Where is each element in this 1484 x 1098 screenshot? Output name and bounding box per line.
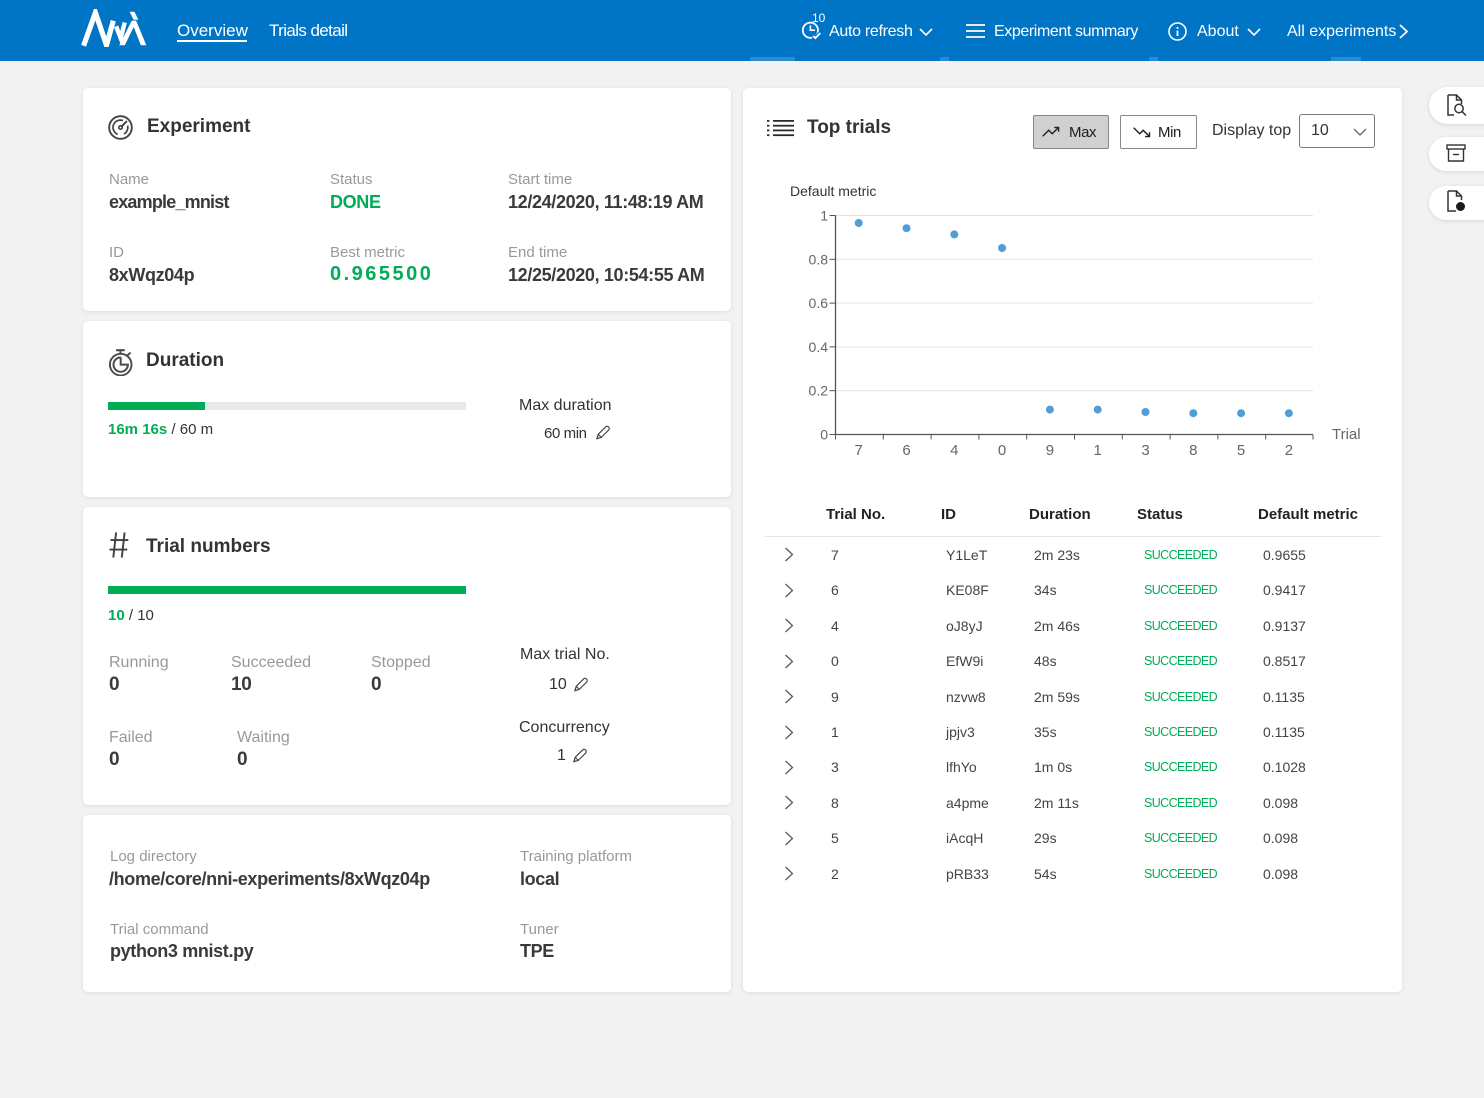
svg-text:8: 8 (1189, 442, 1197, 459)
svg-text:1: 1 (820, 208, 828, 224)
svg-text:7: 7 (855, 442, 863, 459)
svg-text:2: 2 (1285, 442, 1293, 459)
svg-text:0.4: 0.4 (809, 339, 829, 355)
svg-text:0.8: 0.8 (809, 251, 829, 267)
svg-text:Trial: Trial (1332, 426, 1361, 443)
svg-text:Default metric: Default metric (790, 183, 876, 199)
svg-text:0: 0 (998, 442, 1006, 459)
svg-text:6: 6 (902, 442, 910, 459)
svg-text:4: 4 (950, 442, 958, 459)
svg-text:0: 0 (820, 427, 828, 443)
svg-text:9: 9 (1046, 442, 1054, 459)
svg-text:0.2: 0.2 (809, 383, 829, 399)
svg-text:0.6: 0.6 (809, 295, 829, 311)
svg-text:1: 1 (1094, 442, 1102, 459)
svg-text:3: 3 (1141, 442, 1149, 459)
svg-text:5: 5 (1237, 442, 1245, 459)
